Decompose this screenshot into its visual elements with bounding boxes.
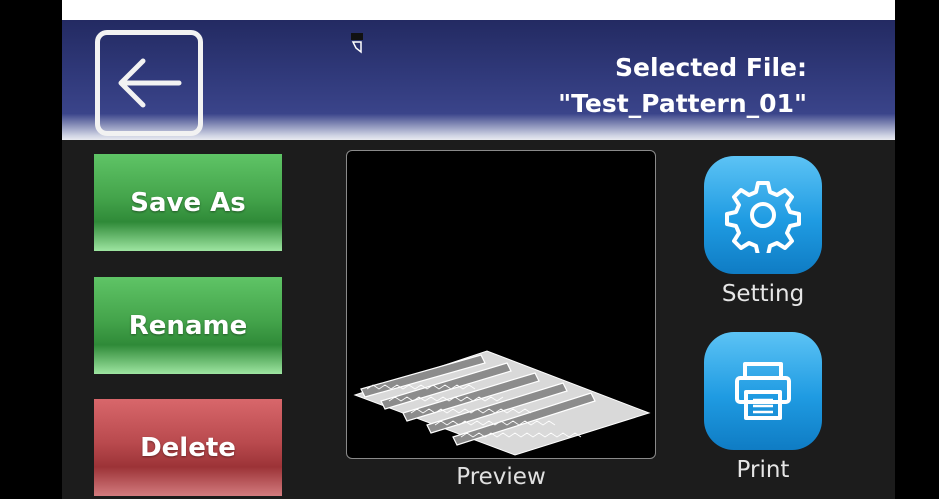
frame-right-edge [895,0,939,499]
gear-icon [725,181,801,253]
preview-panel [346,150,656,459]
model-preview-image [353,350,651,456]
setting-label: Setting [721,281,805,307]
header-bar: Selected File: "Test_Pattern_01" [62,20,895,140]
print-label: Print [736,457,790,483]
print-button[interactable] [704,332,822,450]
frame-left-edge [0,0,62,499]
back-button[interactable] [95,30,203,136]
rename-label: Rename [128,310,248,341]
setting-button[interactable] [704,156,822,274]
frame-top-edge [0,0,939,20]
selected-file-title: Selected File: [615,53,807,82]
printer-icon [735,362,791,420]
printer-screen: Selected File: "Test_Pattern_01" Save As… [62,20,895,499]
preview-label: Preview [456,464,546,490]
delete-button[interactable]: Delete [94,399,282,496]
selected-file-name: "Test_Pattern_01" [558,89,807,118]
usb-drive-icon [351,33,363,54]
rename-button[interactable]: Rename [94,277,282,374]
save-as-button[interactable]: Save As [94,154,282,251]
selected-file-label: Selected File: "Test_Pattern_01" [558,50,807,122]
arrow-left-icon [118,58,182,108]
delete-label: Delete [140,432,236,463]
save-as-label: Save As [130,187,246,218]
